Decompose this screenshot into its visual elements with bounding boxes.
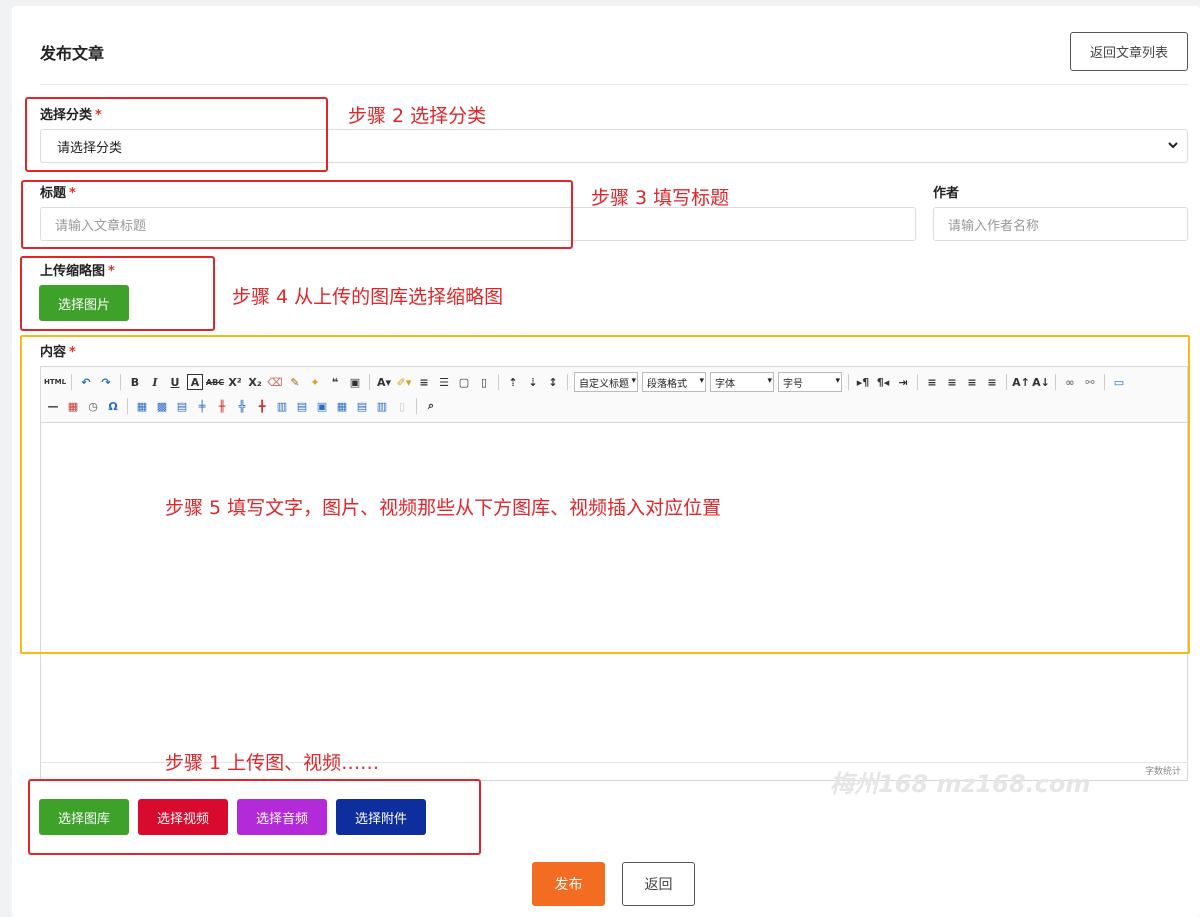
annotation-box-step1: [28, 779, 481, 855]
chevron-down-icon: [1167, 139, 1179, 154]
annotation-box-step3: [21, 180, 573, 249]
author-label: 作者: [933, 186, 960, 201]
annotation-step4: 步骤 4 从上传的图库选择缩略图: [232, 286, 504, 308]
header-divider: [40, 84, 1188, 85]
page-title: 发布文章: [40, 44, 105, 63]
annotation-step1: 步骤 1 上传图、视频……: [165, 752, 380, 774]
annotation-step2: 步骤 2 选择分类: [348, 105, 487, 127]
back-button[interactable]: 返回: [622, 862, 695, 906]
author-input[interactable]: 请输入作者名称: [933, 207, 1188, 241]
annotation-step3: 步骤 3 填写标题: [591, 187, 730, 209]
word-count: 字数统计: [1144, 767, 1181, 777]
publish-button[interactable]: 发布: [532, 862, 605, 906]
back-to-list-button[interactable]: 返回文章列表: [1070, 32, 1188, 71]
annotation-step5: 步骤 5 填写文字，图片、视频那些从下方图库、视频插入对应位置: [165, 497, 722, 519]
watermark: 梅州168 mz168.com: [830, 770, 1091, 798]
annotation-box-step2: [25, 97, 328, 172]
annotation-box-step4: [20, 256, 215, 331]
